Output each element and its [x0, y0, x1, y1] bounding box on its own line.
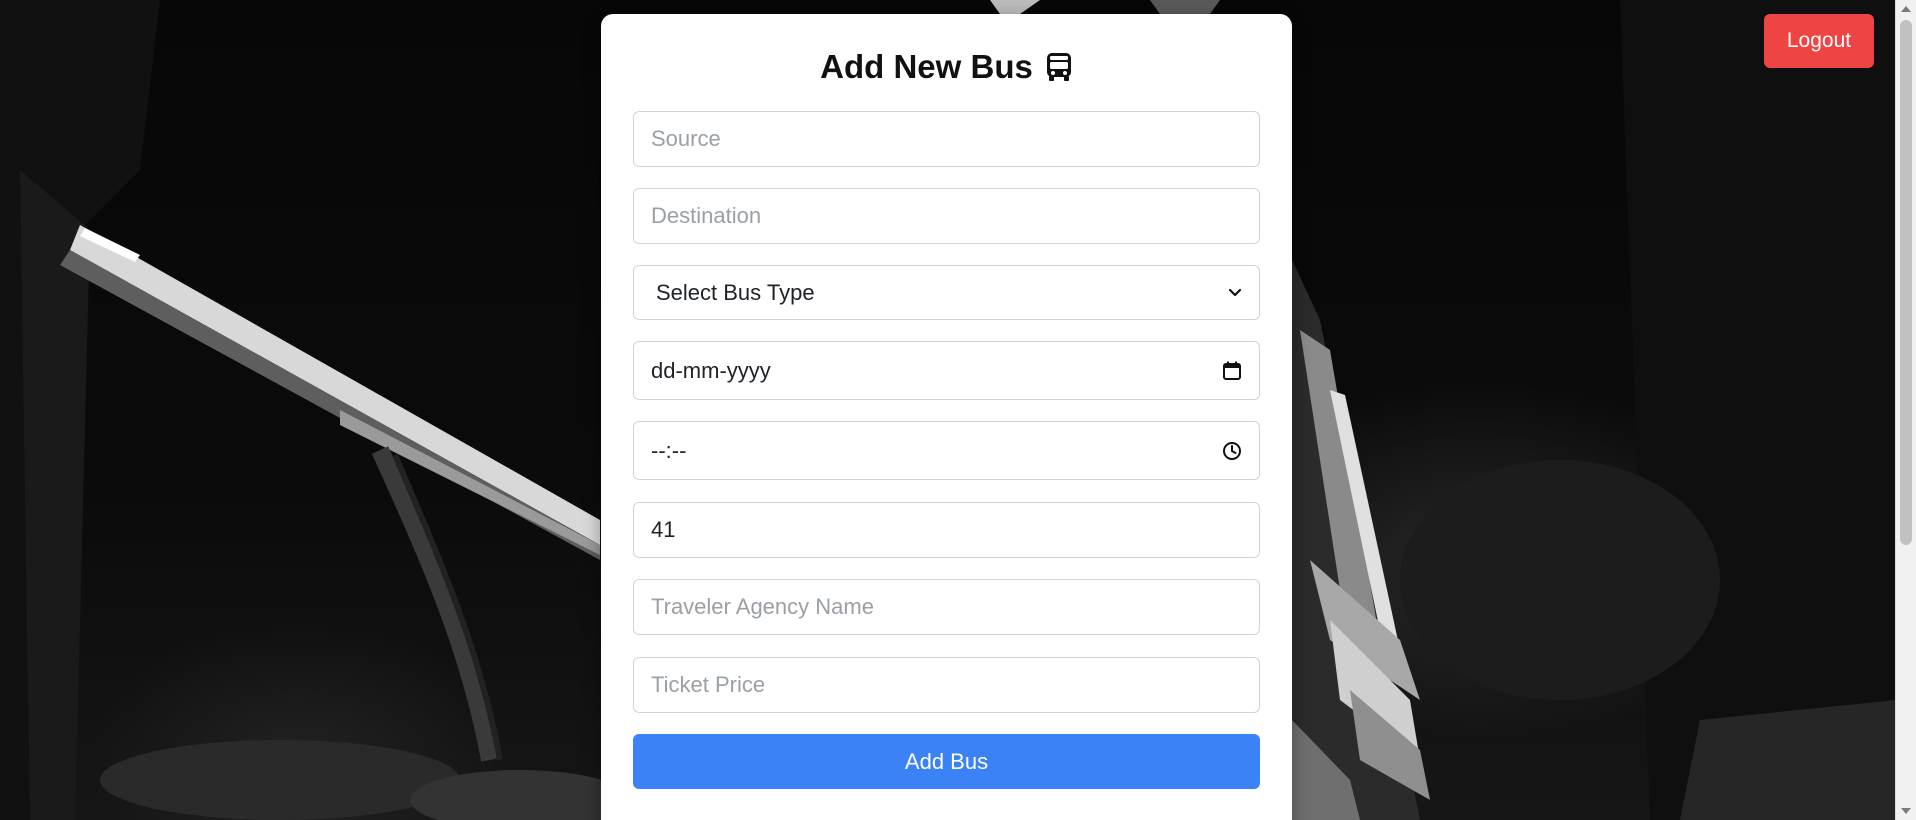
source-input[interactable]: Source [633, 111, 1260, 167]
date-placeholder: dd-mm-yyyy [651, 357, 771, 383]
date-input[interactable]: dd-mm-yyyy [633, 341, 1260, 400]
form-title-row: Add New Bus [601, 48, 1292, 86]
scroll-up-arrow-icon[interactable] [1901, 6, 1911, 12]
source-placeholder: Source [651, 126, 721, 151]
destination-placeholder: Destination [651, 203, 762, 228]
agency-name-placeholder: Traveler Agency Name [651, 594, 874, 619]
calendar-icon[interactable] [1222, 361, 1242, 381]
ticket-price-input[interactable]: Ticket Price [633, 657, 1260, 713]
page: Logout Add New Bus Source Destination Se… [0, 0, 1916, 820]
vertical-scrollbar[interactable] [1895, 0, 1916, 820]
ticket-price-placeholder: Ticket Price [651, 672, 766, 697]
bus-type-select[interactable]: Select Bus Type [633, 265, 1260, 320]
destination-input[interactable]: Destination [633, 188, 1260, 244]
add-bus-button[interactable]: Add Bus [633, 734, 1260, 789]
bus-icon [1045, 52, 1073, 82]
seats-input[interactable]: 41 [633, 502, 1260, 558]
seats-value: 41 [651, 517, 676, 542]
add-bus-form-card: Add New Bus Source Destination Select Bu [601, 14, 1292, 820]
bus-type-selected-value: Select Bus Type [656, 279, 815, 305]
clock-icon[interactable] [1222, 441, 1242, 461]
time-placeholder: --:-- [651, 437, 687, 463]
scroll-down-arrow-icon[interactable] [1901, 808, 1911, 814]
logout-button[interactable]: Logout [1764, 14, 1874, 68]
agency-name-input[interactable]: Traveler Agency Name [633, 579, 1260, 635]
chevron-down-icon[interactable] [1228, 288, 1242, 298]
scrollbar-thumb[interactable] [1900, 20, 1912, 545]
time-input[interactable]: --:-- [633, 421, 1260, 480]
page-title: Add New Bus [820, 48, 1033, 85]
